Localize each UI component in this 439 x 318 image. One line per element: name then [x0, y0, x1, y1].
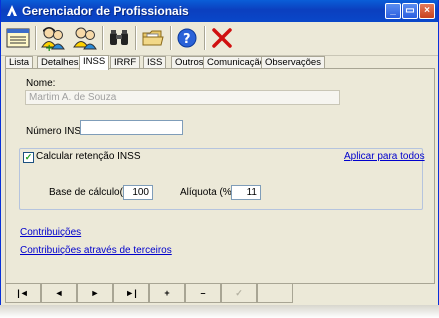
numero-inss-field[interactable] — [80, 120, 183, 135]
delete-record-button[interactable]: – — [185, 283, 221, 303]
users-icon[interactable] — [70, 24, 100, 52]
window-title: Gerenciador de Profissionais — [22, 4, 189, 18]
toolbar-separator — [35, 26, 37, 50]
base-calculo-field[interactable]: 100 — [123, 185, 153, 200]
app-window: Gerenciador de Profissionais _ ▭ × + ? L… — [0, 0, 439, 318]
nome-field[interactable]: Martim A. de Souza — [25, 90, 340, 105]
folder-icon[interactable] — [138, 24, 168, 52]
first-record-button[interactable]: |◄ — [5, 283, 41, 303]
record-navigator: |◄ ◄ ► ►| + – ✓ — [5, 283, 295, 303]
binoculars-icon[interactable] — [104, 24, 134, 52]
list-view-icon[interactable] — [3, 24, 33, 52]
restore-button[interactable]: ▭ — [402, 3, 418, 19]
toolbar-separator — [135, 26, 137, 50]
svg-text:?: ? — [183, 32, 191, 47]
toolbar-separator — [204, 26, 206, 50]
aplicar-para-todos-link[interactable]: Aplicar para todos — [344, 151, 425, 162]
cancel-record-button[interactable] — [257, 283, 293, 303]
next-record-button[interactable]: ► — [77, 283, 113, 303]
toolbar: + ? — [1, 22, 438, 56]
tab-inss[interactable]: INSS — [79, 55, 110, 70]
add-user-icon[interactable]: + — [38, 24, 68, 52]
calcular-inss-group: ✓ Calcular retenção INSS Aplicar para to… — [19, 148, 425, 210]
contribuicoes-terceiros-link[interactable]: Contribuições através de terceiros — [20, 245, 172, 256]
insert-record-button[interactable]: + — [149, 283, 185, 303]
inss-panel: Nome: Martim A. de Souza Número INSS: ✓ … — [5, 68, 435, 284]
delete-icon[interactable] — [207, 24, 237, 52]
contribuicoes-link[interactable]: Contribuições — [20, 227, 81, 238]
prior-record-button[interactable]: ◄ — [41, 283, 77, 303]
last-record-button[interactable]: ►| — [113, 283, 149, 303]
calcular-inss-checkbox[interactable]: ✓ — [23, 152, 34, 163]
title-bar[interactable]: Gerenciador de Profissionais _ ▭ × — [1, 0, 438, 22]
minimize-button[interactable]: _ — [385, 3, 401, 19]
calcular-inss-label[interactable]: Calcular retenção INSS — [36, 151, 141, 162]
close-button[interactable]: × — [419, 3, 435, 19]
nome-label: Nome: — [26, 78, 56, 89]
svg-text:+: + — [45, 43, 53, 51]
post-record-button[interactable]: ✓ — [221, 283, 257, 303]
aliquota-label: Alíquota (%): — [180, 187, 238, 198]
help-icon[interactable]: ? — [172, 24, 202, 52]
app-logo-icon — [7, 5, 17, 16]
window-shadow — [0, 305, 439, 318]
aliquota-field[interactable]: 11 — [231, 185, 261, 200]
